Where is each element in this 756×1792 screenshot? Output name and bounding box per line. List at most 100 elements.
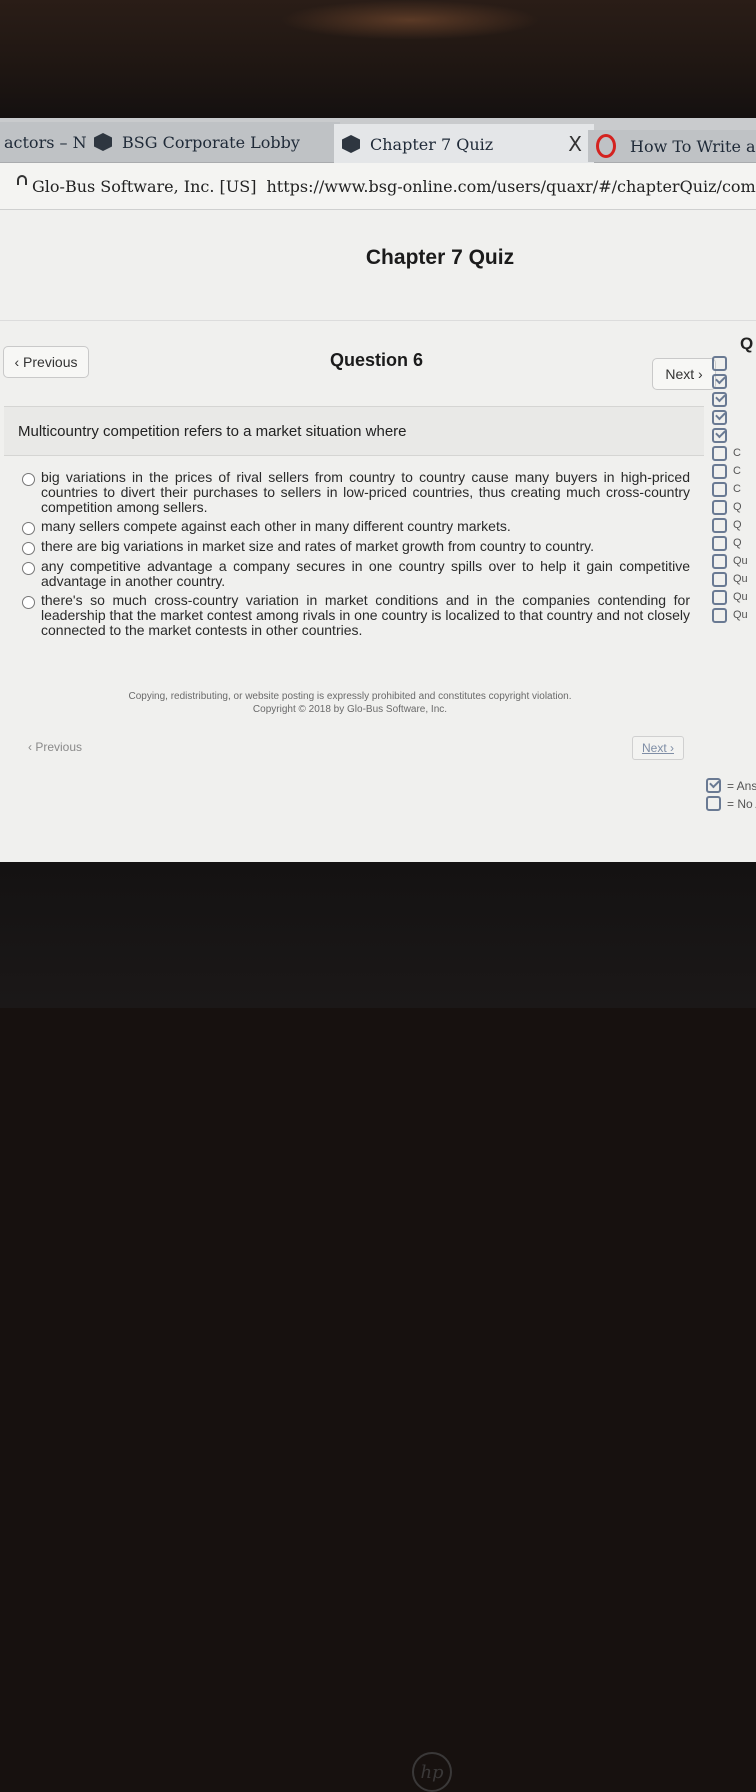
question-list-item[interactable]: Qu (712, 552, 756, 570)
checked-box-icon (712, 427, 727, 443)
copyright-line: Copyright © 2018 by Glo-Bus Software, In… (252, 704, 448, 715)
radio-button[interactable] (22, 542, 35, 555)
question-list-label: Qu (733, 555, 748, 567)
empty-box-icon (706, 796, 721, 811)
question-list-item[interactable]: C (712, 462, 756, 480)
divider (0, 320, 756, 321)
hp-logo-icon: hp (412, 1752, 452, 1792)
previous-button[interactable]: ‹ Previous (3, 346, 89, 378)
question-list-item[interactable]: Qu (712, 588, 756, 606)
answer-text: there are big variations in market size … (41, 538, 594, 554)
copyright-notice: Copying, redistributing, or website post… (80, 690, 620, 716)
empty-box-icon (712, 607, 727, 623)
tab-bsg-corporate-lobby[interactable]: BSG Corporate Lobby (86, 122, 340, 162)
next-button[interactable]: Next › (652, 358, 716, 390)
question-list-panel: Q C C C Q Q Q Qu Qu Qu Qu (712, 334, 756, 624)
laptop-screen: actors – N BSG Corporate Lobby Chapter 7… (0, 118, 756, 862)
radio-button[interactable] (22, 596, 35, 609)
checked-box-icon (712, 373, 727, 389)
empty-box-icon (712, 463, 727, 479)
empty-box-icon (712, 355, 727, 371)
tab-label: How To Write a St (630, 136, 756, 156)
question-list-item[interactable]: Qu (712, 606, 756, 624)
photo-surroundings (0, 0, 756, 120)
question-text: Multicountry competition refers to a mar… (18, 423, 407, 440)
question-list-item[interactable]: C (712, 444, 756, 462)
empty-box-icon (712, 517, 727, 533)
radio-button[interactable] (22, 562, 35, 575)
legend-not-answered-label: = No A (727, 796, 756, 811)
checked-box-icon (712, 391, 727, 407)
question-list-label: Q (733, 519, 742, 531)
tab-label: BSG Corporate Lobby (122, 132, 300, 152)
answer-options: big variations in the prices of rival se… (22, 470, 690, 642)
legend-answered-label: = Ansv (727, 778, 756, 793)
question-list-item[interactable] (712, 408, 756, 426)
question-list-item[interactable]: Q (712, 498, 756, 516)
question-list-label: C (733, 483, 741, 495)
site-identity: Glo-Bus Software, Inc. [US] (32, 176, 257, 196)
empty-box-icon (712, 571, 727, 587)
close-tab-icon[interactable]: X (568, 132, 582, 156)
question-list: C C C Q Q Q Qu Qu Qu Qu (712, 354, 756, 624)
answer-option[interactable]: big variations in the prices of rival se… (22, 470, 690, 515)
question-list-item[interactable]: C (712, 480, 756, 498)
laptop-bezel: hp (0, 862, 756, 1792)
answer-option[interactable]: there are big variations in market size … (22, 539, 690, 555)
tab-how-to-write[interactable]: How To Write a St (588, 130, 756, 162)
radio-button[interactable] (22, 522, 35, 535)
tab-chapter-7-quiz[interactable]: Chapter 7 Quiz X (334, 124, 594, 164)
question-list-label: Qu (733, 609, 748, 621)
copyright-line: Copying, redistributing, or website post… (128, 691, 572, 702)
quiz-page: Chapter 7 Quiz ‹ Previous Question 6 Nex… (0, 210, 756, 862)
empty-box-icon (712, 481, 727, 497)
question-list-item[interactable]: Q (712, 534, 756, 552)
ambient-light (280, 0, 540, 40)
question-list-label: Qu (733, 591, 748, 603)
legend-answered: = Ansv (706, 778, 756, 793)
tab-factors[interactable]: actors – N (0, 122, 88, 162)
empty-box-icon (712, 589, 727, 605)
checked-box-icon (712, 409, 727, 425)
tab-label: actors – N (4, 132, 87, 152)
checked-box-icon (706, 778, 721, 793)
answer-option[interactable]: any competitive advantage a company secu… (22, 559, 690, 589)
empty-box-icon (712, 499, 727, 515)
question-list-item[interactable] (712, 390, 756, 408)
opera-icon (596, 134, 616, 158)
question-list-item[interactable] (712, 372, 756, 390)
question-list-label: C (733, 447, 741, 459)
question-number: Question 6 (330, 350, 424, 370)
question-list-item[interactable]: Q (712, 516, 756, 534)
question-list-label: Q (733, 537, 742, 549)
question-box: Multicountry competition refers to a mar… (4, 406, 704, 456)
question-list-label: C (733, 465, 741, 477)
tab-label: Chapter 7 Quiz (370, 134, 494, 154)
url-text[interactable]: https://www.bsg-online.com/users/quaxr/#… (266, 177, 756, 196)
empty-box-icon (712, 445, 727, 461)
bottom-next-link[interactable]: Next › (632, 736, 684, 760)
empty-box-icon (712, 553, 727, 569)
page-title: Chapter 7 Quiz (365, 246, 515, 269)
question-list-header: Q (740, 334, 754, 353)
bsg-cube-icon (342, 135, 360, 153)
answer-option[interactable]: there's so much cross-country variation … (22, 593, 690, 638)
answer-text: there's so much cross-country variation … (41, 592, 690, 638)
answer-text: any competitive advantage a company secu… (41, 558, 690, 589)
question-list-item[interactable]: Qu (712, 570, 756, 588)
answer-option[interactable]: many sellers compete against each other … (22, 519, 690, 535)
address-bar[interactable]: Glo-Bus Software, Inc. [US] https://www.… (0, 163, 756, 210)
bottom-previous-link[interactable]: ‹ Previous (28, 740, 82, 754)
answer-text: big variations in the prices of rival se… (41, 469, 690, 515)
question-list-item[interactable] (712, 426, 756, 444)
question-list-item[interactable] (712, 354, 756, 372)
answer-text: many sellers compete against each other … (41, 518, 511, 534)
browser-tab-bar: actors – N BSG Corporate Lobby Chapter 7… (0, 118, 756, 164)
status-legend: = Ansv = No A (706, 778, 756, 814)
legend-not-answered: = No A (706, 796, 756, 811)
radio-button[interactable] (22, 473, 35, 486)
bsg-cube-icon (94, 133, 112, 151)
question-list-label: Qu (733, 573, 748, 585)
empty-box-icon (712, 535, 727, 551)
question-list-label: Q (733, 501, 742, 513)
